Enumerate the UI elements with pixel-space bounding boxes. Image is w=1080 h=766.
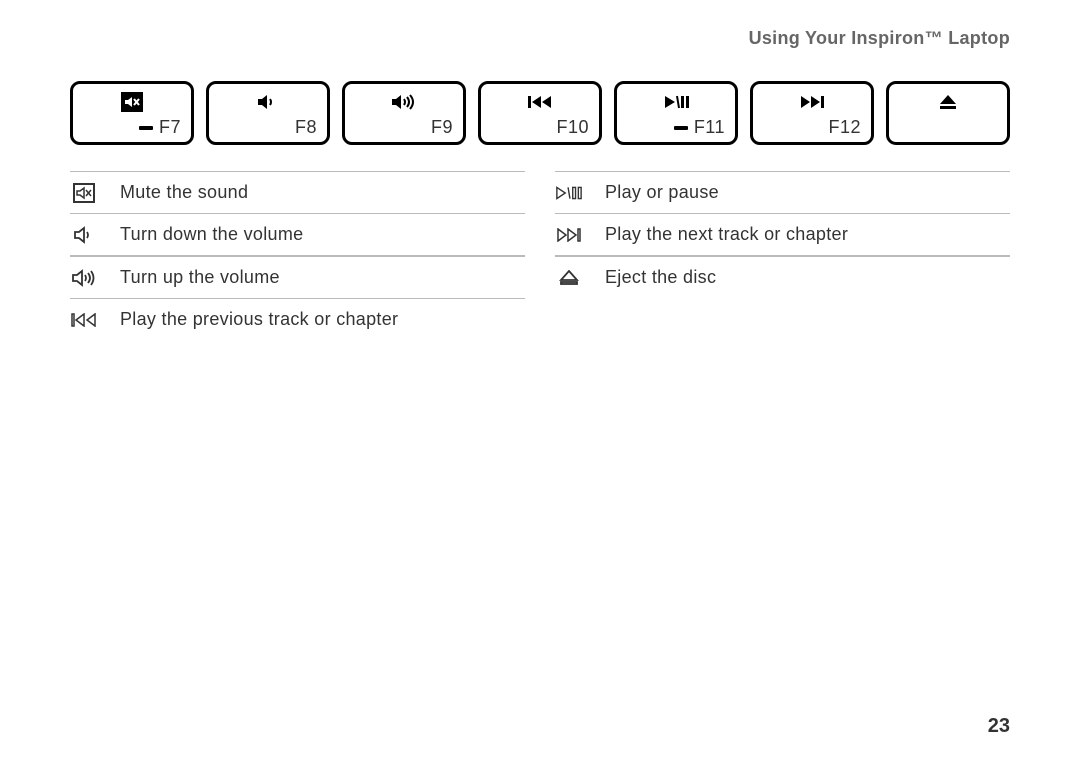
key-f10: F10	[478, 81, 602, 145]
dash-icon	[139, 126, 153, 130]
legend-text: Play the previous track or chapter	[120, 309, 398, 330]
previous-track-icon	[527, 90, 553, 114]
dash-icon	[674, 126, 688, 130]
legend-left-column: Mute the sound Turn down the volume	[70, 171, 525, 340]
volume-down-outline-icon	[70, 226, 98, 244]
key-f12: F12	[750, 81, 874, 145]
mute-outline-icon	[70, 183, 98, 203]
eject-outline-icon	[555, 270, 583, 286]
page-number: 23	[988, 715, 1010, 738]
key-label: F9	[431, 117, 453, 138]
next-outline-icon	[555, 228, 583, 242]
legend-row-playpause: Play or pause	[555, 171, 1010, 213]
volume-up-icon	[390, 90, 418, 114]
legend-text: Turn up the volume	[120, 267, 280, 288]
volume-up-outline-icon	[70, 269, 98, 287]
key-label: F12	[828, 117, 861, 138]
legend-right-column: Play or pause Play the next track or cha…	[555, 171, 1010, 340]
previous-outline-icon	[70, 313, 98, 327]
legend-text: Turn down the volume	[120, 224, 303, 245]
volume-down-icon	[256, 90, 280, 114]
key-f7: F7	[70, 81, 194, 145]
legend-row-voldown: Turn down the volume	[70, 213, 525, 256]
key-label: F11	[694, 117, 725, 138]
legend-text: Eject the disc	[605, 267, 716, 288]
key-eject	[886, 81, 1010, 145]
key-label: F7	[159, 117, 181, 138]
play-pause-outline-icon	[555, 186, 583, 200]
key-f11: F11	[614, 81, 738, 145]
legend-row-prev: Play the previous track or chapter	[70, 298, 525, 340]
function-keys-row: F7 F8	[70, 81, 1010, 145]
play-pause-icon	[663, 90, 689, 114]
legend-text: Mute the sound	[120, 182, 248, 203]
mute-icon	[121, 90, 143, 114]
legend-row-eject: Eject the disc	[555, 256, 1010, 298]
eject-icon	[938, 90, 958, 114]
key-label: F8	[295, 117, 317, 138]
legend: Mute the sound Turn down the volume	[70, 171, 1010, 340]
legend-row-next: Play the next track or chapter	[555, 213, 1010, 256]
key-label: F10	[556, 117, 589, 138]
legend-row-mute: Mute the sound	[70, 171, 525, 213]
page-header: Using Your Inspiron™ Laptop	[70, 28, 1010, 49]
next-track-icon	[799, 90, 825, 114]
legend-row-volup: Turn up the volume	[70, 256, 525, 298]
legend-text: Play or pause	[605, 182, 719, 203]
key-f8: F8	[206, 81, 330, 145]
legend-text: Play the next track or chapter	[605, 224, 848, 245]
key-f9: F9	[342, 81, 466, 145]
